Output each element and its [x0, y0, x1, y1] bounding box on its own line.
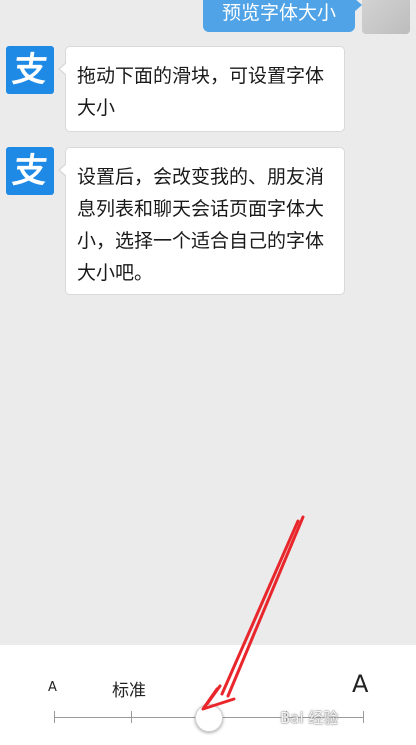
alipay-logo-icon: 支 [10, 151, 50, 191]
slider-tick[interactable] [363, 711, 364, 723]
font-size-slider-knob[interactable] [195, 704, 223, 732]
standard-font-label: 标准 [112, 681, 146, 701]
slider-tick[interactable] [131, 711, 132, 723]
font-size-panel: A 标准 A Bai 经验 [0, 645, 416, 745]
chat-area: 预览字体大小 支 拖动下面的滑块，可设置字体大小 支 设置后，会改变我的、朋友消… [0, 0, 416, 645]
watermark: Bai 经验 [280, 709, 339, 727]
user-avatar[interactable] [362, 0, 410, 34]
alipay-avatar[interactable]: 支 [6, 46, 54, 94]
large-font-label: A [352, 670, 369, 698]
message-bubble: 设置后，会改变我的、朋友消息列表和聊天会话页面字体大小，选择一个适合自己的字体大… [58, 147, 345, 295]
alipay-logo-icon: 支 [10, 50, 50, 90]
alipay-avatar[interactable]: 支 [6, 147, 54, 195]
slider-tick[interactable] [54, 711, 55, 723]
message-bubble: 拖动下面的滑块，可设置字体大小 [58, 46, 345, 132]
outgoing-preview-bubble: 预览字体大小 [203, 0, 362, 32]
small-font-label: A [48, 680, 57, 695]
